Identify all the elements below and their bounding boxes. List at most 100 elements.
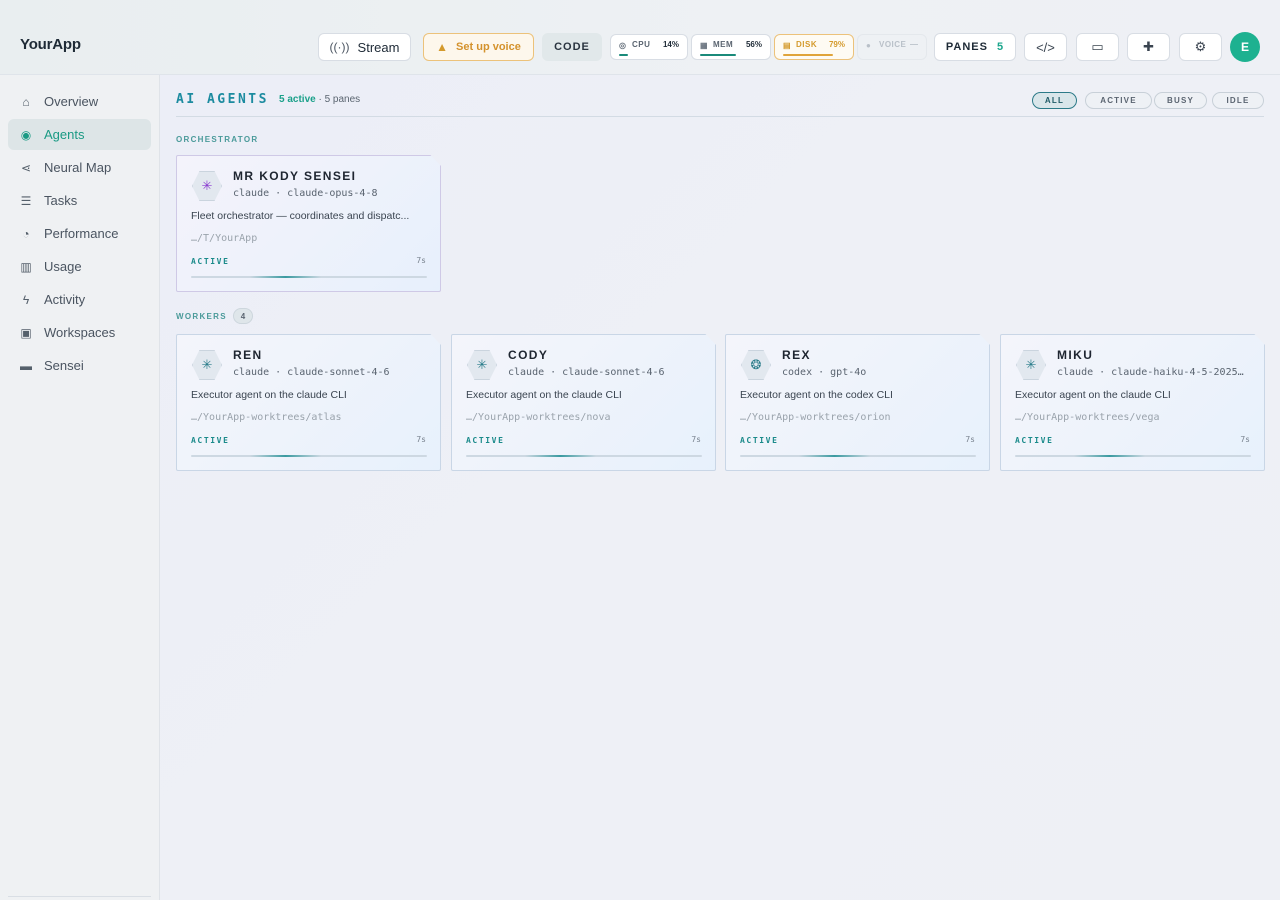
sidebar-item-neural-map[interactable]: ⋖ Neural Map	[8, 152, 151, 183]
activity-bar	[740, 455, 976, 457]
status-badge: ACTIVE	[466, 436, 505, 445]
activity-bar	[466, 455, 702, 457]
extensions-button[interactable]: ✚	[1127, 33, 1170, 61]
agent-uptime: 7s	[965, 435, 975, 444]
sidebar-item-label: Sensei	[44, 358, 84, 373]
stream-button[interactable]: ((·)) Stream	[318, 33, 411, 61]
claude-icon: ✳	[192, 171, 222, 201]
sidebar-item-workspaces[interactable]: ▣ Workspaces	[8, 317, 151, 348]
agent-name: MIKU	[1057, 348, 1094, 362]
memory-icon: ▦	[700, 41, 708, 50]
agent-card-cody[interactable]: ✳ CODY claude · claude-sonnet-4-6 Execut…	[451, 334, 716, 471]
code-icon: </>	[1036, 39, 1055, 55]
monitor-icon: ▭	[1091, 39, 1104, 54]
agent-card-orchestrator[interactable]: ✳ MR KODY SENSEI claude · claude-opus-4-…	[176, 155, 441, 292]
status-badge: ACTIVE	[740, 436, 779, 445]
agent-description: Fleet orchestrator — coordinates and dis…	[191, 210, 410, 222]
filter-active[interactable]: ACTIVE	[1085, 92, 1152, 109]
sidebar-item-label: Usage	[44, 259, 82, 274]
sidebar-item-label: Agents	[44, 127, 85, 142]
sidebar-divider	[8, 896, 151, 897]
avatar[interactable]: E	[1230, 32, 1260, 62]
agent-name: REX	[782, 348, 811, 362]
agent-card-ren[interactable]: ✳ REN claude · claude-sonnet-4-6 Executo…	[176, 334, 441, 471]
sidebar-item-overview[interactable]: ⌂ Overview	[8, 86, 151, 117]
gauge-icon: ◔	[22, 226, 30, 241]
panes-label: PANES	[945, 41, 988, 53]
claude-icon: ✳	[1016, 350, 1046, 380]
monitor-button[interactable]: ▭	[1076, 33, 1119, 61]
panes-count: 5	[996, 41, 1005, 53]
sidebar-item-tasks[interactable]: ☰ Tasks	[8, 185, 151, 216]
voice-label: VOICE	[879, 40, 907, 49]
sidebar-item-usage[interactable]: ▥ Usage	[8, 251, 151, 282]
setup-voice-button[interactable]: ▲ Set up voice	[423, 33, 534, 61]
sidebar-item-label: Neural Map	[44, 160, 112, 175]
stream-label: Stream	[357, 39, 400, 55]
sidebar: ⌂ Overview ◉ Agents ⋖ Neural Map ☰ Tasks…	[0, 75, 160, 900]
list-icon: ☰	[20, 193, 32, 208]
mem-meter[interactable]: ▦ MEM 56%	[691, 34, 771, 60]
code-button[interactable]: CODE	[542, 33, 602, 61]
filter-idle[interactable]: IDLE	[1212, 92, 1264, 109]
agent-uptime: 7s	[416, 256, 426, 265]
gear-icon: ⚙	[1194, 39, 1207, 54]
disk-meter[interactable]: ▤ DISK 79%	[774, 34, 854, 60]
agent-name: CODY	[508, 348, 549, 362]
agent-model: claude · claude-sonnet-4-6	[233, 367, 390, 378]
agent-description: Executor agent on the claude CLI	[466, 389, 622, 401]
workspaces-icon: ▣	[20, 325, 32, 340]
puzzle-icon: ✚	[1143, 39, 1154, 54]
activity-bar	[191, 455, 427, 457]
disk-icon: ▤	[783, 41, 791, 50]
sidebar-item-sensei[interactable]: ▬ Sensei	[8, 350, 151, 381]
agent-model: claude · claude-haiku-4-5-2025…	[1057, 367, 1244, 378]
workers-count-badge: 4	[233, 308, 253, 324]
cpu-icon: ◎	[619, 41, 626, 50]
code-view-button[interactable]: </>	[1024, 33, 1067, 61]
status-badge: ACTIVE	[191, 257, 230, 266]
cpu-bar	[619, 54, 628, 56]
agent-model: claude · claude-opus-4-8	[233, 188, 378, 199]
antenna-icon: ((·))	[329, 40, 350, 54]
cpu-meter[interactable]: ◎ CPU 14%	[610, 34, 688, 60]
filter-busy[interactable]: BUSY	[1154, 92, 1207, 109]
sidebar-item-label: Performance	[44, 226, 119, 241]
mem-bar	[700, 54, 736, 56]
active-count: 5 active	[279, 94, 316, 105]
sidebar-item-activity[interactable]: ϟ Activity	[8, 284, 151, 315]
agent-name: REN	[233, 348, 263, 362]
sidebar-item-performance[interactable]: ◔ Performance	[8, 218, 151, 249]
main-content: AI AGENTS 5 active · 5 panes ALL ACTIVE …	[160, 75, 1280, 900]
orchestrator-section-label: ORCHESTRATOR	[176, 135, 259, 144]
panes-button[interactable]: PANES 5	[934, 33, 1016, 61]
agent-uptime: 7s	[1240, 435, 1250, 444]
robot-icon: ◉	[20, 127, 32, 142]
agent-model: codex · gpt-4o	[782, 367, 867, 378]
mic-icon: ●	[866, 41, 871, 50]
chat-icon: ▬	[20, 358, 32, 373]
agent-card-miku[interactable]: ✳ MIKU claude · claude-haiku-4-5-2025… E…	[1000, 334, 1265, 471]
agent-model: claude · claude-sonnet-4-6	[508, 367, 665, 378]
workers-section-label: WORKERS	[176, 312, 227, 321]
cpu-value: 14%	[662, 40, 679, 49]
agent-path: …/YourApp-worktrees/nova	[466, 412, 611, 423]
agent-uptime: 7s	[416, 435, 426, 444]
sidebar-item-label: Activity	[44, 292, 86, 307]
disk-label: DISK	[796, 40, 818, 49]
agent-card-rex[interactable]: ❂ REX codex · gpt-4o Executor agent on t…	[725, 334, 990, 471]
app-brand[interactable]: YourApp	[20, 36, 81, 53]
settings-button[interactable]: ⚙	[1179, 33, 1222, 61]
mem-label: MEM	[713, 40, 734, 49]
agent-name: MR KODY SENSEI	[233, 169, 357, 183]
agent-uptime: 7s	[691, 435, 701, 444]
status-badge: ACTIVE	[191, 436, 230, 445]
claude-icon: ✳	[192, 350, 222, 380]
sidebar-item-label: Overview	[44, 94, 99, 109]
agent-path: …/YourApp-worktrees/vega	[1015, 412, 1160, 423]
voice-meter[interactable]: ● VOICE —	[857, 34, 927, 60]
top-bar: YourApp ((·)) Stream ▲ Set up voice CODE…	[0, 0, 1280, 75]
sidebar-item-agents[interactable]: ◉ Agents	[8, 119, 151, 150]
panes-summary: · 5 panes	[318, 94, 361, 105]
filter-all[interactable]: ALL	[1032, 92, 1077, 109]
